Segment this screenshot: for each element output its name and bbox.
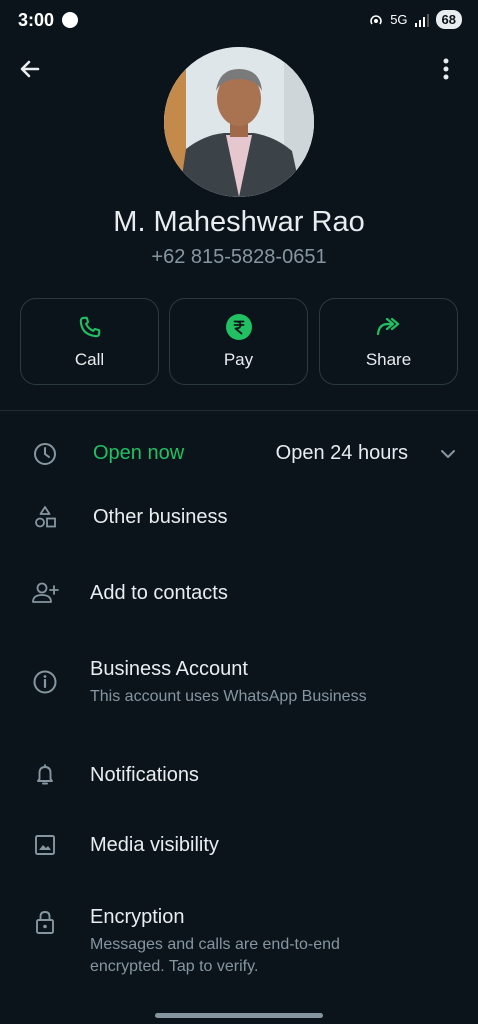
categories-icon: [31, 503, 59, 531]
status-time: 3:00: [18, 10, 55, 30]
encryption-row[interactable]: Encryption Messages and calls are end-to…: [0, 904, 478, 982]
signal-icon: [414, 13, 429, 27]
contact-phone: +62 815-5828-0651: [151, 246, 327, 268]
lock-icon: [31, 908, 59, 936]
info-icon: [31, 668, 59, 696]
open-status: Open now: [93, 442, 185, 464]
whatsapp-status-icon: [62, 12, 78, 28]
battery-indicator: 68: [435, 10, 462, 29]
call-label: Call: [74, 349, 105, 369]
encryption-subtitle-line-1: Messages and calls are end-to-end: [90, 936, 340, 953]
more-options-button[interactable]: [432, 55, 460, 83]
more-vert-icon: [443, 58, 449, 80]
call-button[interactable]: Call: [20, 298, 159, 385]
clock-icon: [31, 440, 59, 468]
bell-icon: [31, 761, 59, 789]
status-bar: 3:00 5G 68: [0, 0, 478, 40]
forward-icon: [376, 317, 399, 335]
business-hours-row[interactable]: Open now Open 24 hours: [0, 436, 478, 472]
hotspot-icon: [370, 14, 382, 24]
pay-label: Pay: [223, 349, 254, 369]
notifications-row[interactable]: Notifications: [0, 758, 478, 794]
image-icon: [31, 831, 59, 859]
share-label: Share: [365, 349, 412, 369]
gesture-home-bar[interactable]: [155, 1013, 323, 1018]
other-business-label: Other business: [93, 506, 228, 528]
contact-name: M. Maheshwar Rao: [113, 206, 365, 238]
share-button[interactable]: Share: [319, 298, 458, 385]
phone-icon: [79, 316, 100, 337]
contact-info-screen: 3:00 5G 68 M. Maheshwar Rao +62 815-5828…: [0, 0, 478, 1024]
profile-photo-image: [164, 47, 314, 197]
media-visibility-label: Media visibility: [90, 834, 219, 856]
status-icons: 5G 68: [368, 10, 462, 29]
pay-button[interactable]: Pay: [169, 298, 308, 385]
business-account-title: Business Account: [90, 658, 248, 680]
add-to-contacts-label: Add to contacts: [90, 582, 228, 604]
encryption-title: Encryption: [90, 906, 185, 928]
back-button[interactable]: [16, 55, 44, 83]
media-visibility-row[interactable]: Media visibility: [0, 828, 478, 864]
profile-photo[interactable]: [164, 47, 314, 197]
rupee-icon: [225, 313, 252, 340]
section-divider: [0, 410, 478, 411]
notifications-label: Notifications: [90, 764, 199, 786]
network-type-label: 5G: [390, 12, 408, 27]
opening-hours: Open 24 hours: [275, 442, 408, 464]
add-to-contacts-row[interactable]: Add to contacts: [0, 576, 478, 612]
chevron-down-icon[interactable]: [438, 444, 458, 464]
business-account-subtitle: This account uses WhatsApp Business: [90, 688, 367, 705]
encryption-subtitle-line-2: encrypted. Tap to verify.: [90, 958, 259, 975]
back-arrow-icon: [20, 60, 40, 78]
other-business-row[interactable]: Other business: [0, 500, 478, 536]
business-account-row[interactable]: Business Account This account uses Whats…: [0, 656, 478, 712]
add-person-icon: [31, 579, 59, 607]
